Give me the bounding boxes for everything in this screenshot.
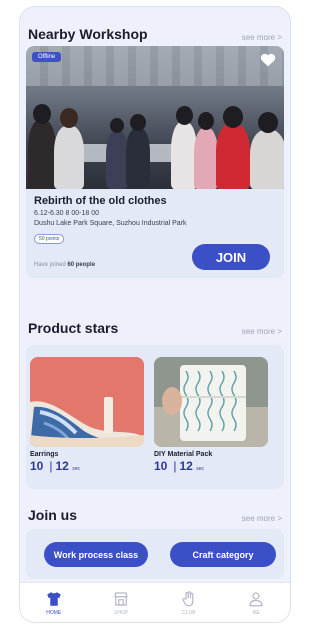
joined-number: 60 people xyxy=(67,262,96,268)
nav-me-label: ME xyxy=(252,609,261,616)
workshop-card[interactable]: Offline Rebirth of the old clothes 6.12-… xyxy=(26,46,284,278)
nav-club-label: CLUB xyxy=(182,609,196,616)
workshop-photo: Offline xyxy=(26,46,284,189)
product-stock-unit: sec xyxy=(72,466,80,472)
product-price: 10 | 12 sec xyxy=(30,459,80,473)
joinus-section-header: Join us see more > xyxy=(20,505,290,523)
workshop-section-title: Nearby Workshop xyxy=(28,26,148,42)
product-item-earrings[interactable]: Earrings 10 | 12 sec xyxy=(30,357,144,473)
app-screen: Nearby Workshop see more > Offline Rebir… xyxy=(19,6,291,623)
product-price-value: 10 xyxy=(154,459,168,473)
workshop-time: 6.12-6.30 8 00-18 00 xyxy=(34,210,99,217)
heart-icon[interactable] xyxy=(260,53,276,67)
joined-count: Have joined 60 people xyxy=(34,262,95,268)
workshop-section-header: Nearby Workshop see more > xyxy=(20,24,290,42)
nav-home-label: HOME xyxy=(46,609,62,616)
joinus-card: Work process class Craft category xyxy=(26,529,284,579)
workshop-title: Rebirth of the old clothes xyxy=(34,195,167,207)
user-icon xyxy=(249,591,263,606)
product-price: 10 | 12 sec xyxy=(154,459,204,473)
products-card: Earrings 10 | 12 sec DIY Material Pack 1… xyxy=(26,345,284,489)
workshop-see-more-link[interactable]: see more > xyxy=(242,33,282,42)
nav-home[interactable]: HOME xyxy=(29,590,79,616)
nav-shop-label: SHOP xyxy=(114,609,129,616)
nav-club[interactable]: CLUB xyxy=(164,590,214,616)
points-tag: 50 points xyxy=(34,234,65,244)
shop-icon xyxy=(114,591,128,606)
joined-prefix: Have joined xyxy=(34,262,66,268)
joinus-section-title: Join us xyxy=(28,507,78,523)
nav-shop[interactable]: SHOP xyxy=(96,590,146,616)
nav-me[interactable]: ME xyxy=(231,590,281,616)
product-stock-value: 12 xyxy=(55,459,69,473)
offline-badge: Offline xyxy=(32,52,62,62)
hand-icon xyxy=(182,590,194,606)
product-image-earrings xyxy=(30,357,144,447)
product-name: Earrings xyxy=(30,451,59,458)
workshop-info: Rebirth of the old clothes 6.12-6.30 8 0… xyxy=(26,189,284,278)
joinus-see-more-link[interactable]: see more > xyxy=(242,514,282,523)
workshop-address: Dushu Lake Park Square, Suzhou Industria… xyxy=(34,220,187,227)
product-price-value: 10 xyxy=(30,459,44,473)
products-section-header: Product stars see more > xyxy=(20,318,290,336)
product-item-diy-pack[interactable]: DIY Material Pack 10 | 12 sec xyxy=(154,357,268,473)
product-stock-value: 12 xyxy=(179,459,193,473)
products-see-more-link[interactable]: see more > xyxy=(242,327,282,336)
tshirt-icon xyxy=(47,591,61,606)
bottom-nav: HOME SHOP CLUB ME xyxy=(20,582,290,622)
product-image-diy-pack xyxy=(154,357,268,447)
join-button[interactable]: JOIN xyxy=(192,244,270,270)
product-stock-unit: sec xyxy=(196,466,204,472)
craft-category-button[interactable]: Craft category xyxy=(170,542,276,567)
products-section-title: Product stars xyxy=(28,320,119,336)
product-name: DIY Material Pack xyxy=(154,451,213,458)
work-process-class-button[interactable]: Work process class xyxy=(44,542,148,567)
